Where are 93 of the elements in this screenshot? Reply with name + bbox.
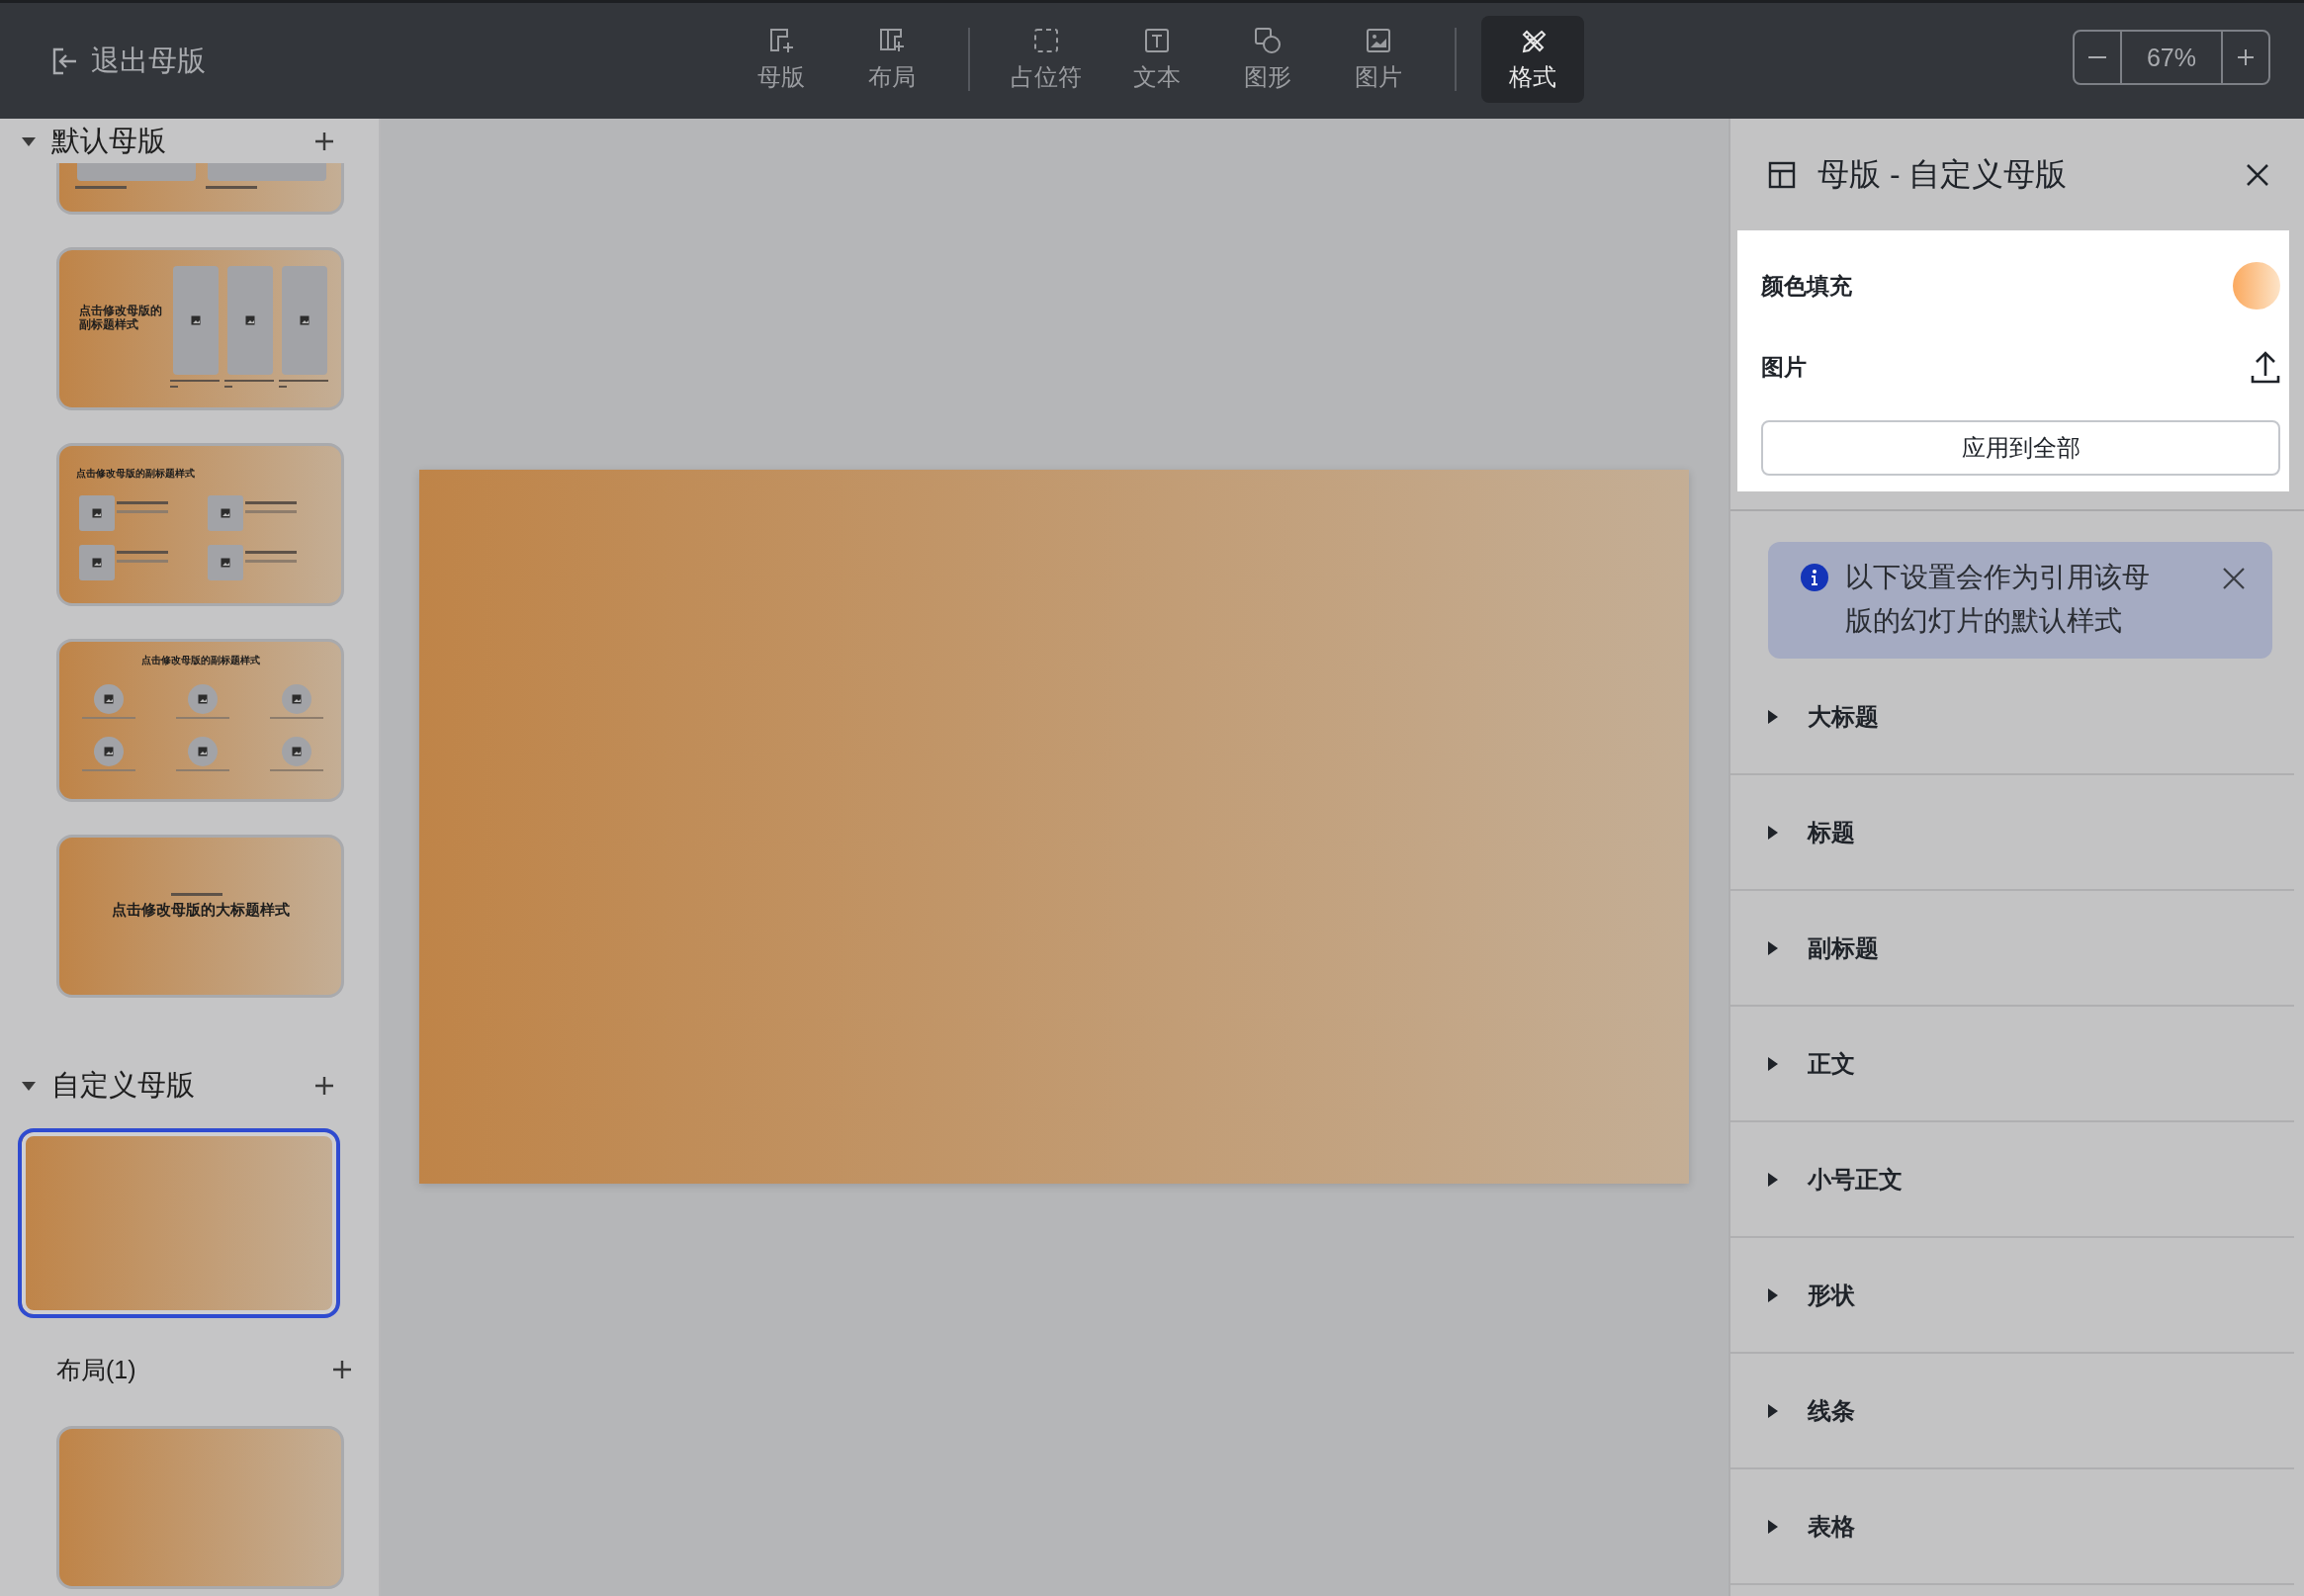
toolbar-button[interactable]: 文本 xyxy=(1106,16,1208,103)
image-placeholder-icon xyxy=(245,315,255,325)
slide-thumbnail[interactable]: 点击修改母版的大标题样式 xyxy=(56,835,344,998)
text-line xyxy=(224,380,274,382)
text-line xyxy=(117,560,168,563)
toolbar-button[interactable]: 图形 xyxy=(1216,16,1319,103)
image-placeholder-icon xyxy=(92,558,102,568)
field-label: 颜色填充 xyxy=(1761,271,1852,301)
text-line xyxy=(245,510,297,513)
toolbar-button[interactable]: 图片 xyxy=(1327,16,1430,103)
expand-triangle-icon[interactable] xyxy=(1766,1171,1780,1188)
text-line xyxy=(171,893,222,896)
style-section-toggle[interactable]: 形状 xyxy=(1808,1279,1855,1311)
image-placeholder-icon xyxy=(198,747,208,756)
style-section-toggle[interactable]: 线条 xyxy=(1808,1394,1855,1427)
text-line xyxy=(206,186,257,189)
text-line xyxy=(270,717,323,719)
image-placeholder-icon xyxy=(292,747,302,756)
expand-triangle-icon[interactable] xyxy=(1766,1402,1780,1419)
style-section-toggle[interactable]: 大标题 xyxy=(1808,700,1879,733)
section-title: 自定义母版 xyxy=(51,1067,196,1103)
expand-triangle-icon[interactable] xyxy=(1766,1518,1780,1535)
slide-thumbnail[interactable]: 点击修改母版的副标题样式 xyxy=(56,443,344,606)
upload-icon xyxy=(2251,350,2280,384)
expand-triangle-icon[interactable] xyxy=(1766,939,1780,956)
image-placeholder-icon xyxy=(292,694,302,704)
expand-triangle-icon[interactable] xyxy=(1766,824,1780,841)
text-line xyxy=(75,186,127,189)
close-icon xyxy=(2245,161,2270,188)
slide-thumbnail[interactable] xyxy=(18,1128,340,1318)
image-icon xyxy=(1364,26,1393,55)
text-line xyxy=(176,769,229,771)
close-notice-button[interactable] xyxy=(2221,566,2247,591)
image-placeholder-icon xyxy=(300,315,310,325)
toolbar-button[interactable]: 布局 xyxy=(841,16,943,103)
toolbar-button[interactable]: 母版 xyxy=(730,16,833,103)
thumbnail-title: 点击修改母版的副标题样式 xyxy=(76,468,195,480)
text-line xyxy=(117,501,168,504)
text-line xyxy=(82,769,135,771)
image-placeholder-icon xyxy=(221,508,230,518)
text-line xyxy=(117,551,168,554)
image-placeholder-icon xyxy=(104,747,114,756)
text-line xyxy=(176,717,229,719)
expand-triangle-icon[interactable] xyxy=(1766,708,1780,725)
exit-master-button[interactable]: 退出母版 xyxy=(44,35,212,87)
color-swatch[interactable] xyxy=(2233,262,2280,310)
slide-thumbnail[interactable]: 点击修改母版的副标题样式 xyxy=(56,639,344,802)
upload-button[interactable] xyxy=(2251,350,2280,384)
info-icon xyxy=(1800,563,1829,592)
shapes-icon xyxy=(1253,26,1283,55)
plus-icon xyxy=(313,130,335,152)
image-placeholder-icon xyxy=(191,315,201,325)
dashed-square-icon xyxy=(1031,26,1061,55)
zoom-level: 67% xyxy=(2120,32,2223,83)
layout-group-label: 布局(1) xyxy=(56,1354,137,1385)
toolbar-button[interactable]: 占位符 xyxy=(995,16,1098,103)
expand-triangle-icon[interactable] xyxy=(1766,1286,1780,1303)
apply-to-all-button[interactable]: 应用到全部 xyxy=(1761,420,2280,476)
style-section-toggle[interactable]: 小号正文 xyxy=(1808,1163,1903,1196)
text-line xyxy=(245,501,297,504)
layout-icon xyxy=(1768,160,1796,189)
text-line xyxy=(245,551,297,554)
style-section-toggle[interactable]: 表格 xyxy=(1808,1510,1855,1543)
slide-thumbnail[interactable] xyxy=(56,163,344,215)
slide-thumbnail[interactable] xyxy=(56,1426,344,1589)
image-placeholder-icon xyxy=(104,694,114,704)
style-section-toggle[interactable]: 标题 xyxy=(1808,816,1855,848)
text-line xyxy=(82,717,135,719)
slide-thumbnail[interactable]: 点击修改母版的副标题样式 xyxy=(56,247,344,410)
thumbnail-title: 点击修改母版的大标题样式 xyxy=(110,901,291,919)
panel-title: 母版 - 自定义母版 xyxy=(1817,154,2069,194)
field-label: 图片 xyxy=(1761,352,1807,382)
plus-icon xyxy=(331,1359,353,1380)
image-placeholder-icon xyxy=(92,508,102,518)
notice-text: 以下设置会作为引用该母版的幻灯片的默认样式 xyxy=(1845,561,2151,638)
expand-triangle-icon[interactable] xyxy=(1766,1055,1780,1072)
thumbnail-title: 点击修改母版的副标题样式 xyxy=(139,655,261,666)
image-placeholder-icon xyxy=(221,558,230,568)
plus-icon xyxy=(313,1074,335,1097)
text-line xyxy=(279,380,328,382)
style-section-toggle[interactable]: 副标题 xyxy=(1808,931,1879,964)
close-icon xyxy=(2221,566,2247,591)
minus-icon xyxy=(2088,56,2106,58)
thumbnail-title: 点击修改母版的副标题样式 xyxy=(79,305,163,332)
text-line xyxy=(270,769,323,771)
image-placeholder-icon xyxy=(198,694,208,704)
toolbar-button[interactable]: 格式 xyxy=(1481,16,1584,103)
text-line xyxy=(117,510,168,513)
text-line xyxy=(170,380,220,382)
style-section-toggle[interactable]: 正文 xyxy=(1808,1047,1855,1080)
text-box-icon xyxy=(1142,26,1172,55)
section-title: 默认母版 xyxy=(51,123,167,158)
text-line xyxy=(245,560,297,563)
